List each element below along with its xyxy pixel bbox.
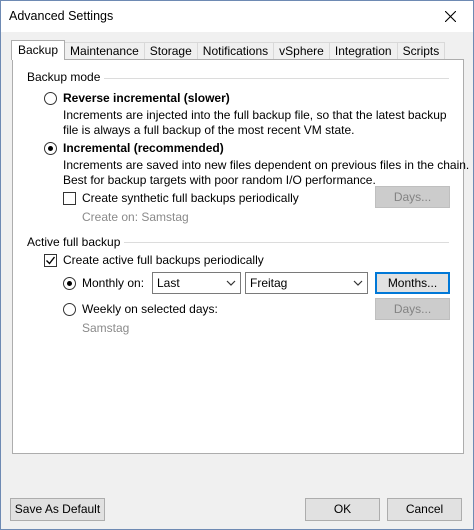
incremental-label[interactable]: Incremental (recommended) [63,141,224,155]
monthly-day-value: Freitag [250,276,288,290]
reverse-incremental-radio[interactable] [44,92,57,105]
reverse-incremental-label[interactable]: Reverse incremental (slower) [63,91,230,105]
chevron-down-icon [226,280,236,286]
cancel-button[interactable]: Cancel [387,498,462,521]
tab-notifications[interactable]: Notifications [196,42,275,60]
synthetic-full-label[interactable]: Create synthetic full backups periodical… [82,191,299,205]
monthly-week-select[interactable]: Last [152,272,241,294]
weekly-days-button[interactable]: Days... [375,298,450,320]
tab-vsphere[interactable]: vSphere [273,42,330,60]
weekly-days-value: Samstag [82,321,130,335]
tab-integration[interactable]: Integration [328,42,398,60]
synthetic-create-on-text: Create on: Samstag [82,210,189,224]
ok-button[interactable]: OK [305,498,380,521]
checkmark-icon [46,256,55,265]
tab-scripts[interactable]: Scripts [396,42,446,60]
synthetic-full-checkbox[interactable] [63,192,76,205]
tab-storage[interactable]: Storage [143,42,198,60]
synthetic-days-button[interactable]: Days... [375,186,450,208]
months-button[interactable]: Months... [375,272,450,294]
backup-tab-panel: Backup mode Reverse incremental (slower)… [12,59,469,454]
reverse-incremental-desc-2: file is always a full backup of the most… [63,123,355,137]
monthly-day-select[interactable]: Freitag [245,272,368,294]
tab-strip: Backup Maintenance Storage Notifications… [11,40,446,60]
weekly-label[interactable]: Weekly on selected days: [82,302,218,316]
window-title: Advanced Settings [9,9,114,23]
close-button[interactable] [427,1,473,32]
monthly-label[interactable]: Monthly on: [82,276,144,290]
monthly-week-value: Last [157,276,180,290]
reverse-incremental-desc-1: Increments are injected into the full ba… [63,108,447,122]
tab-maintenance[interactable]: Maintenance [64,42,145,60]
weekly-radio[interactable] [63,303,76,316]
active-full-group-label: Active full backup [27,235,125,249]
incremental-desc-1: Increments are saved into new files depe… [63,158,470,172]
active-full-label[interactable]: Create active full backups periodically [63,253,264,267]
monthly-radio[interactable] [63,277,76,290]
chevron-down-icon [353,280,363,286]
backup-mode-group-label: Backup mode [27,70,105,84]
title-bar: Advanced Settings [1,1,473,32]
save-as-default-button[interactable]: Save As Default [10,498,105,521]
close-icon [444,11,456,22]
advanced-settings-window: Advanced Settings Backup Maintenance Sto… [0,0,474,530]
tab-backup[interactable]: Backup [11,40,66,60]
active-full-checkbox[interactable] [44,254,57,267]
incremental-radio[interactable] [44,142,57,155]
incremental-desc-2: Best for backup targets with poor random… [63,173,376,187]
